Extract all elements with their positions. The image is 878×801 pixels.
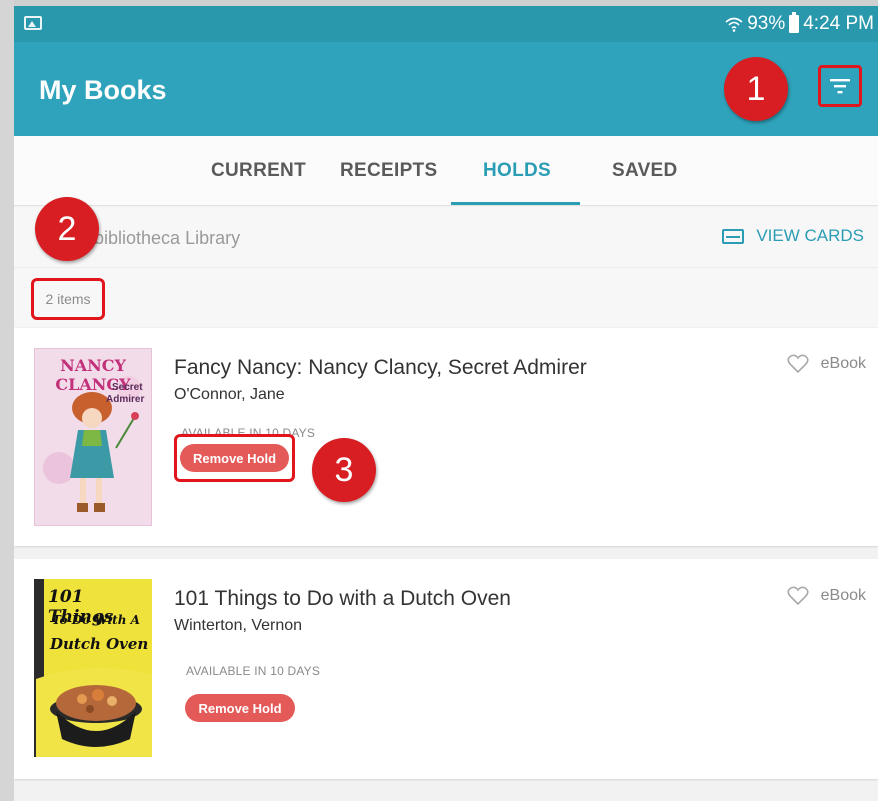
filter-button[interactable] [818, 65, 862, 107]
heart-icon[interactable] [787, 586, 809, 606]
image-icon [24, 16, 42, 30]
format-type: eBook [820, 355, 866, 372]
page-title: My Books [39, 75, 167, 105]
library-name: bibliotheca Library [94, 228, 241, 248]
book-title[interactable]: 101 Things to Do with a Dutch Oven [174, 587, 511, 611]
book-cover[interactable]: NANCY CLANCY Secret Admirer [34, 348, 152, 526]
cover-subtitle-1: To Do With A [52, 613, 140, 627]
tab-current[interactable]: CURRENT [211, 160, 306, 182]
tab-bar: CURRENT RECEIPTS HOLDS SAVED [14, 136, 878, 206]
book-title[interactable]: Fancy Nancy: Nancy Clancy, Secret Admire… [174, 356, 587, 380]
heart-icon[interactable] [787, 354, 809, 374]
book-card[interactable]: 101 Things To Do With A Dutch Oven 101 T… [14, 559, 878, 779]
battery-icon [789, 12, 800, 33]
wifi-icon [725, 17, 743, 32]
tab-receipts[interactable]: RECEIPTS [340, 160, 437, 182]
view-cards-button[interactable]: VIEW CARDS [722, 226, 864, 246]
book-card[interactable]: NANCY CLANCY Secret Admirer Fancy Nancy:… [14, 328, 878, 546]
app-bar: My Books 1 [14, 42, 878, 136]
view-cards-label: VIEW CARDS [756, 226, 864, 245]
status-bar: 93% 4:24 PM [14, 6, 878, 42]
item-count: 2 items [31, 278, 105, 320]
cover-subtitle-2: Admirer [106, 394, 145, 405]
filter-icon [830, 79, 850, 94]
annotation-marker-1: 1 [724, 57, 788, 121]
app-screen: 93% 4:24 PM My Books 1 CURRENT RECEIPTS … [14, 6, 878, 801]
remove-hold-button[interactable]: Remove Hold [185, 694, 295, 722]
card-icon [722, 228, 745, 244]
library-header: bibliotheca Library VIEW CARDS [14, 207, 878, 267]
remove-hold-button[interactable]: Remove Hold [180, 444, 289, 472]
availability-status: AVAILABLE IN 10 DAYS [186, 664, 321, 678]
item-count-row: 2 items [14, 267, 878, 327]
book-author: O'Connor, Jane [174, 386, 285, 403]
cover-subtitle-1: Secret [112, 382, 143, 393]
battery-percent: 93% [747, 13, 786, 34]
tab-holds[interactable]: HOLDS [483, 160, 551, 182]
book-author: Winterton, Vernon [174, 617, 303, 634]
format-label[interactable]: eBook [787, 354, 866, 374]
tab-saved[interactable]: SAVED [612, 160, 678, 182]
format-label[interactable]: eBook [787, 586, 866, 606]
status-time: 4:24 PM [803, 13, 874, 34]
status-indicators: 93% 4:24 PM [725, 12, 874, 35]
annotation-marker-2: 2 [35, 197, 99, 261]
active-tab-indicator [451, 202, 580, 205]
annotation-marker-3: 3 [312, 438, 376, 502]
format-type: eBook [820, 587, 866, 604]
cover-subtitle-2: Dutch Oven [50, 635, 149, 653]
book-cover[interactable]: 101 Things To Do With A Dutch Oven [34, 579, 152, 757]
device-frame-left [0, 0, 14, 801]
